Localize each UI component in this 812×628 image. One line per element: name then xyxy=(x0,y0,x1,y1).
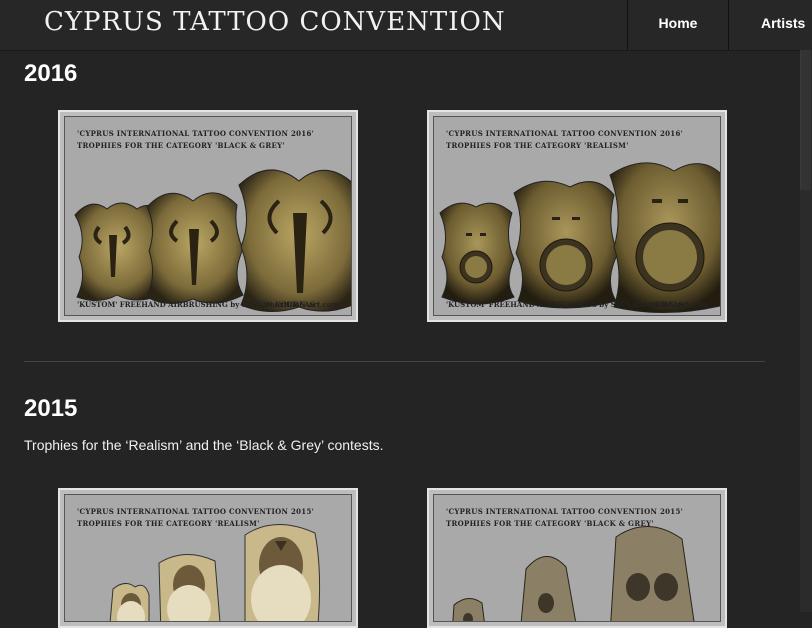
top-navigation-bar: CYPRUS TATTOO CONVENTION Home Artists xyxy=(0,0,812,51)
ram-skull-trophies-illustration xyxy=(74,169,351,312)
trophy-photo-2016-realism[interactable]: 'CYPRUS INTERNATIONAL TATTOO CONVENTION … xyxy=(427,110,727,322)
nav-artists-link[interactable]: Artists xyxy=(728,0,812,50)
main-nav: Home Artists xyxy=(627,0,812,50)
photo-canvas: 'CYPRUS INTERNATIONAL TATTOO CONVENTION … xyxy=(64,116,352,316)
photo-site-watermark: AnexitiloN-art.com xyxy=(264,300,339,309)
trophy-photo-2015-black-grey[interactable]: 'CYPRUS INTERNATIONAL TATTOO CONVENTION … xyxy=(427,488,727,628)
section-year-2015-heading: 2015 xyxy=(24,395,78,422)
section-year-2016-heading: 2016 xyxy=(24,60,78,87)
site-brand-title[interactable]: CYPRUS TATTOO CONVENTION xyxy=(44,7,506,37)
photo-site-watermark: AnexitiloN-art.com xyxy=(633,300,708,309)
section-divider xyxy=(24,361,765,362)
trophy-photo-2015-realism[interactable]: 'CYPRUS INTERNATIONAL TATTOO CONVENTION … xyxy=(58,488,358,628)
photo-canvas: 'CYPRUS INTERNATIONAL TATTOO CONVENTION … xyxy=(64,494,352,622)
portrait-trophies-illustration xyxy=(109,524,321,621)
scrollbar-thumb[interactable] xyxy=(800,50,811,190)
trophy-photo-2016-black-grey[interactable]: 'CYPRUS INTERNATIONAL TATTOO CONVENTION … xyxy=(58,110,358,322)
skull-trophies-illustration xyxy=(452,526,695,621)
photo-canvas: 'CYPRUS INTERNATIONAL TATTOO CONVENTION … xyxy=(433,494,721,622)
photo-canvas: 'CYPRUS INTERNATIONAL TATTOO CONVENTION … xyxy=(433,116,721,316)
nav-home-link[interactable]: Home xyxy=(627,0,728,50)
face-trophies-illustration xyxy=(439,162,720,314)
section-2015-description: Trophies for the ‘Realism’ and the ‘Blac… xyxy=(24,437,384,453)
page-scrollbar[interactable] xyxy=(800,50,812,612)
